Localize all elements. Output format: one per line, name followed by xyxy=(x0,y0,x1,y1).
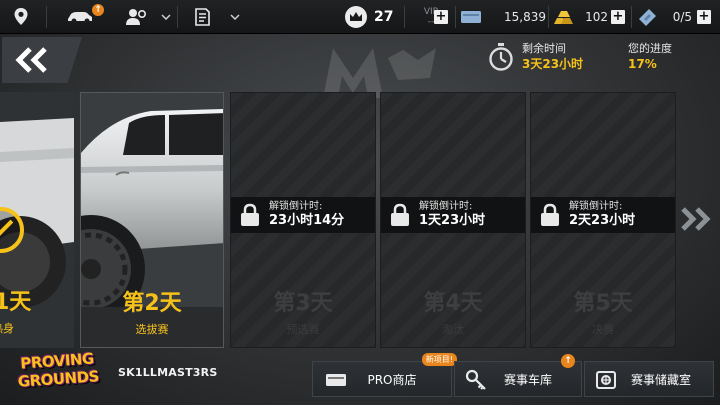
vip-add-button[interactable]: + xyxy=(434,10,448,24)
checklist-icon xyxy=(195,8,210,26)
ticket-value: 0/5 xyxy=(672,10,692,24)
cash-icon xyxy=(461,11,481,23)
divider xyxy=(455,6,456,28)
event-timer: 剩余时间 3天23小时 xyxy=(488,42,583,72)
day-3-card[interactable]: 解锁倒计时: 23小时14分 第3天 预选赛 xyxy=(230,92,376,348)
day-label: 1天 xyxy=(0,290,32,315)
unlock-time: 1天23小时 xyxy=(419,213,486,228)
event-garage-label: 赛事车库 xyxy=(503,372,552,387)
unlock-label: 解锁倒计时: xyxy=(569,201,623,212)
progress-value: 17% xyxy=(628,57,657,71)
divider xyxy=(177,6,178,28)
map-button[interactable] xyxy=(0,0,42,34)
day-label: 第2天 xyxy=(122,291,182,316)
pro-shop-label: PRO商店 xyxy=(367,372,417,387)
unlock-label: 解锁倒计时: xyxy=(269,201,323,212)
stopwatch-icon xyxy=(489,43,513,71)
divider xyxy=(548,6,549,28)
next-arrow-button[interactable] xyxy=(680,206,714,232)
unlock-countdown: 解锁倒计时: 1天23小时 xyxy=(381,197,525,233)
gold-value: 102 xyxy=(585,10,608,24)
lock-icon xyxy=(241,203,259,226)
progress-block: 您的进度 17% xyxy=(628,42,672,72)
day-subtitle: 预选赛 xyxy=(286,323,320,336)
unlock-time: 2天23小时 xyxy=(569,213,636,228)
day-subtitle: 热身 xyxy=(0,322,14,335)
car-icon xyxy=(68,12,92,24)
pro-shop-button[interactable]: PRO商店 新项目! xyxy=(312,353,457,397)
double-chevron-left-icon xyxy=(15,47,47,73)
day-5-card[interactable]: 解锁倒计时: 2天23小时 第5天 决赛 xyxy=(530,92,676,348)
remaining-time-value: 3天23小时 xyxy=(522,57,584,71)
divider xyxy=(404,6,405,28)
divider xyxy=(631,6,632,28)
day-subtitle: 淘汰 xyxy=(442,323,464,336)
skillmasters-logo: SK1LLMAST3RS xyxy=(118,366,218,379)
unlock-time: 23小时14分 xyxy=(269,213,345,228)
gold-bars-icon xyxy=(554,11,573,24)
day-4-card[interactable]: 解锁倒计时: 1天23小时 第4天 淘汰 xyxy=(380,92,526,348)
cash-icon xyxy=(326,374,346,386)
day-label: 第3天 xyxy=(273,291,333,316)
event-vault-button[interactable]: 赛事储藏室 xyxy=(584,361,714,397)
ticket-balance[interactable]: 0/5 xyxy=(636,0,692,34)
profile-settings-icon xyxy=(126,9,147,25)
tasks-button[interactable] xyxy=(182,0,222,34)
day-label: 第5天 xyxy=(573,291,633,316)
day-subtitle: 选拔赛 xyxy=(135,323,169,336)
unlock-countdown: 解锁倒计时: 23小时14分 xyxy=(231,197,375,233)
crown-icon xyxy=(345,6,367,28)
lock-icon xyxy=(541,203,559,226)
proving-grounds-logo: PROVING GROUNDS xyxy=(11,349,106,399)
gold-balance[interactable]: 102 xyxy=(552,0,608,34)
gold-add-button[interactable]: + xyxy=(611,10,625,24)
double-chevron-right-icon xyxy=(681,207,711,231)
day-label: 第4天 xyxy=(423,291,483,316)
upgrade-badge: ↑ xyxy=(92,4,104,16)
divider xyxy=(46,6,47,28)
crew-dropdown-button[interactable] xyxy=(158,0,174,34)
garage-button[interactable]: ↑ xyxy=(52,0,108,34)
map-pin-icon xyxy=(14,8,28,25)
unlock-label: 解锁倒计时: xyxy=(419,201,473,212)
day-2-card[interactable]: 第2天 选拔赛 xyxy=(80,92,224,348)
lock-icon xyxy=(391,203,409,226)
top-bar: ↑ 27 VIP -- + 15,839 102 + 0/5 + xyxy=(0,0,720,34)
chevron-down-icon xyxy=(230,14,240,20)
ticket-add-button[interactable]: + xyxy=(697,10,711,24)
crew-button[interactable] xyxy=(114,0,158,34)
remaining-time-label: 剩余时间 xyxy=(522,42,566,55)
progress-label: 您的进度 xyxy=(628,42,672,55)
level-value: 27 xyxy=(374,9,394,25)
vault-icon xyxy=(596,371,616,389)
day-1-card[interactable]: 1天 热身 xyxy=(0,92,74,348)
cash-balance[interactable]: 15,839 xyxy=(460,0,546,34)
event-garage-button[interactable]: 赛事车库 ↑ xyxy=(454,354,582,397)
unlock-countdown: 解锁倒计时: 2天23小时 xyxy=(531,197,675,233)
chevron-down-icon xyxy=(161,14,171,20)
upgrade-badge: ↑ xyxy=(561,354,575,368)
cash-value: 15,839 xyxy=(504,10,546,24)
day-subtitle: 决赛 xyxy=(592,323,614,336)
back-button[interactable] xyxy=(2,37,82,83)
key-icon xyxy=(465,369,486,390)
event-vault-label: 赛事储藏室 xyxy=(630,372,691,387)
new-item-badge: 新项目! xyxy=(421,353,457,366)
tasks-dropdown-button[interactable] xyxy=(226,0,244,34)
ticket-icon xyxy=(639,9,656,26)
player-level[interactable]: 27 xyxy=(344,0,400,34)
